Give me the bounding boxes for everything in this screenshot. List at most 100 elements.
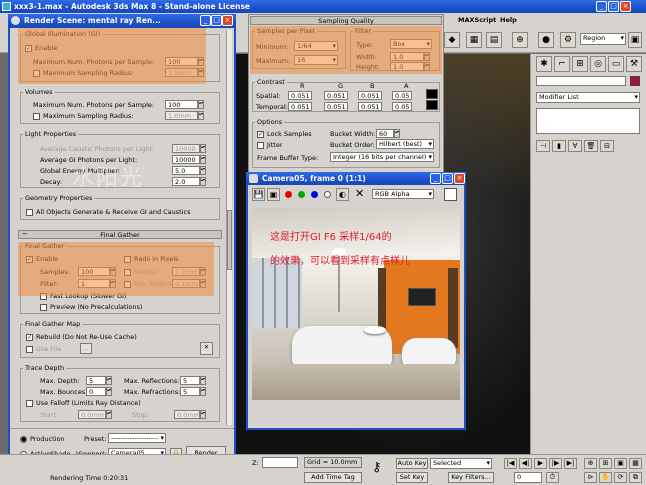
render-region-dropdown[interactable]: Region: [580, 33, 626, 45]
max-reflections-input[interactable]: 5: [180, 376, 200, 385]
lock-samples-checkbox[interactable]: ✓ Lock Samples: [257, 130, 312, 138]
radii-in-pixels-checkbox[interactable]: Radii in Pixels: [124, 255, 179, 263]
main-close-button[interactable]: ×: [620, 1, 631, 12]
clear-file-button[interactable]: ✕: [200, 342, 213, 355]
fg-samples-spinner[interactable]: ▴▾: [110, 267, 116, 276]
selected-dropdown[interactable]: Selected: [430, 458, 492, 469]
temporal-r-input[interactable]: 0.051: [288, 102, 312, 111]
gi-photons-spinner[interactable]: ▴▾: [200, 155, 206, 164]
display-tab-icon[interactable]: ▭: [608, 56, 624, 72]
fg-enable-checkbox[interactable]: ✓ Enable: [26, 255, 58, 263]
menu-item-help[interactable]: Help: [500, 16, 517, 24]
gi-enable-checkbox[interactable]: ✓ Enable: [25, 44, 57, 52]
channel-color-swatch[interactable]: [444, 188, 457, 201]
fg-radius-checkbox[interactable]: Radius:: [124, 268, 158, 276]
temporal-b-input[interactable]: 0.051: [358, 102, 382, 111]
bucket-order-dropdown[interactable]: Hilbert (best): [376, 139, 434, 149]
render-scene-minimize-button[interactable]: _: [200, 15, 211, 26]
add-time-tag-button[interactable]: Add Time Tag: [304, 472, 362, 483]
caustic-photons-input[interactable]: 10000: [172, 144, 200, 153]
temporal-g-input[interactable]: 0.051: [324, 102, 348, 111]
remove-modifier-icon[interactable]: 🗑: [584, 140, 598, 152]
jitter-checkbox[interactable]: Jitter: [257, 141, 283, 149]
gi-photons-input[interactable]: 10000: [172, 155, 200, 164]
create-tab-icon[interactable]: ✱: [536, 56, 552, 72]
fg-min-radius-checkbox[interactable]: Min. Radius:: [124, 280, 174, 288]
gi-max-radius-input[interactable]: 1.0mm: [165, 68, 198, 77]
modify-tab-icon[interactable]: ⌐: [554, 56, 570, 72]
zoom-icon[interactable]: ⊕: [584, 458, 597, 469]
sampling-quality-header[interactable]: Sampling Quality: [250, 16, 442, 25]
maximize-viewport-icon[interactable]: ⧉: [629, 472, 642, 483]
max-reflections-spinner[interactable]: ▴▾: [200, 376, 206, 385]
clone-window-icon[interactable]: ▣: [267, 188, 280, 201]
make-unique-icon[interactable]: ∀: [568, 140, 582, 152]
tool-icon-2[interactable]: ▦: [466, 32, 482, 48]
goto-end-icon[interactable]: ▶|: [564, 458, 577, 469]
zoom-extents-all-icon[interactable]: ▦: [629, 458, 642, 469]
maximum-samples-dropdown[interactable]: 16: [294, 55, 338, 65]
fg-filter-spinner[interactable]: ▴▾: [110, 279, 116, 288]
decay-input[interactable]: 2.0: [172, 177, 200, 186]
object-color-swatch[interactable]: [630, 76, 640, 86]
max-refractions-spinner[interactable]: ▴▾: [200, 387, 206, 396]
render-scene-maximize-button[interactable]: □: [211, 15, 222, 26]
material-editor-icon[interactable]: ●: [538, 32, 554, 48]
bucket-width-input[interactable]: 60: [376, 129, 394, 138]
stop-input[interactable]: 0.0mm: [174, 410, 200, 419]
modifier-stack[interactable]: [536, 108, 640, 134]
decay-spinner[interactable]: ▴▾: [200, 177, 206, 186]
use-file-checkbox[interactable]: Use File: [26, 345, 61, 353]
gi-max-photons-input[interactable]: 100: [165, 57, 198, 66]
modifier-list-dropdown[interactable]: Modifier List: [536, 92, 640, 103]
max-depth-spinner[interactable]: ▴▾: [106, 376, 112, 385]
channel-dropdown[interactable]: RGB Alpha: [372, 189, 434, 199]
rebuild-checkbox[interactable]: ✓ Rebuild (Do Not Re-Use Cache): [26, 333, 137, 341]
stop-spinner[interactable]: ▴▾: [200, 410, 206, 419]
all-objects-gi-checkbox[interactable]: All Objects Generate & Receive GI and Ca…: [26, 208, 190, 216]
volumes-max-radius-input[interactable]: 1.0mm: [165, 111, 198, 120]
production-radio[interactable]: ● Production: [20, 435, 65, 443]
start-spinner[interactable]: ▴▾: [106, 410, 112, 419]
start-input[interactable]: 0.0mm: [78, 410, 106, 419]
use-falloff-checkbox[interactable]: Use Falloff (Limits Ray Distance): [26, 399, 141, 407]
fg-min-radius-spinner[interactable]: ▴▾: [200, 279, 206, 288]
preview-checkbox[interactable]: Preview (No Precalculations): [40, 303, 142, 311]
gi-max-radius-checkbox[interactable]: Maximum Sampling Radius:: [33, 69, 134, 77]
gi-max-photons-spinner[interactable]: ▴▾: [198, 57, 204, 66]
spatial-color-swatch[interactable]: [426, 89, 438, 99]
filter-type-dropdown[interactable]: Box: [390, 39, 432, 49]
key-filters-button[interactable]: Key Filters...: [448, 472, 494, 483]
configure-sets-icon[interactable]: ⊟: [600, 140, 614, 152]
green-channel-toggle[interactable]: [296, 190, 307, 198]
temporal-color-swatch[interactable]: [426, 100, 438, 110]
clear-icon[interactable]: ✕: [355, 187, 364, 200]
auto-key-button[interactable]: Auto Key: [396, 458, 428, 469]
camera-maximize-button[interactable]: □: [442, 173, 453, 184]
tool-icon-4[interactable]: ⊕: [512, 32, 528, 48]
energy-multiplier-spinner[interactable]: ▴▾: [200, 166, 206, 175]
minimum-samples-dropdown[interactable]: 1/64: [294, 41, 338, 51]
camera-minimize-button[interactable]: _: [430, 173, 441, 184]
frame-field[interactable]: 0: [514, 472, 542, 483]
fg-filter-input[interactable]: 1: [78, 279, 110, 288]
fb-type-dropdown[interactable]: Integer (16 bits per channel): [330, 152, 434, 162]
show-end-result-icon[interactable]: ▮: [552, 140, 566, 152]
filter-height-input[interactable]: 1.0: [390, 62, 424, 71]
alpha-channel-toggle[interactable]: [322, 190, 333, 198]
hierarchy-tab-icon[interactable]: ⊞: [572, 56, 588, 72]
z-coordinate-field[interactable]: [262, 457, 298, 468]
render-scene-scrollbar[interactable]: [226, 30, 232, 425]
max-refractions-input[interactable]: 5: [180, 387, 200, 396]
volumes-max-radius-checkbox[interactable]: Maximum Sampling Radius:: [33, 112, 134, 120]
preset-dropdown[interactable]: --------------------: [108, 433, 166, 443]
use-file-browse-button[interactable]: ...: [80, 343, 92, 354]
zoom-all-icon[interactable]: ⊞: [599, 458, 612, 469]
spatial-a-input[interactable]: 0.05: [392, 91, 412, 100]
filter-width-input[interactable]: 1.0: [390, 52, 424, 61]
camera-close-button[interactable]: ×: [454, 173, 465, 184]
tool-icon-3[interactable]: ▤: [486, 32, 502, 48]
time-config-icon[interactable]: ⏱: [546, 472, 559, 483]
next-frame-icon[interactable]: |▶: [549, 458, 562, 469]
menu-item-maxscript[interactable]: MAXScript: [458, 16, 496, 24]
